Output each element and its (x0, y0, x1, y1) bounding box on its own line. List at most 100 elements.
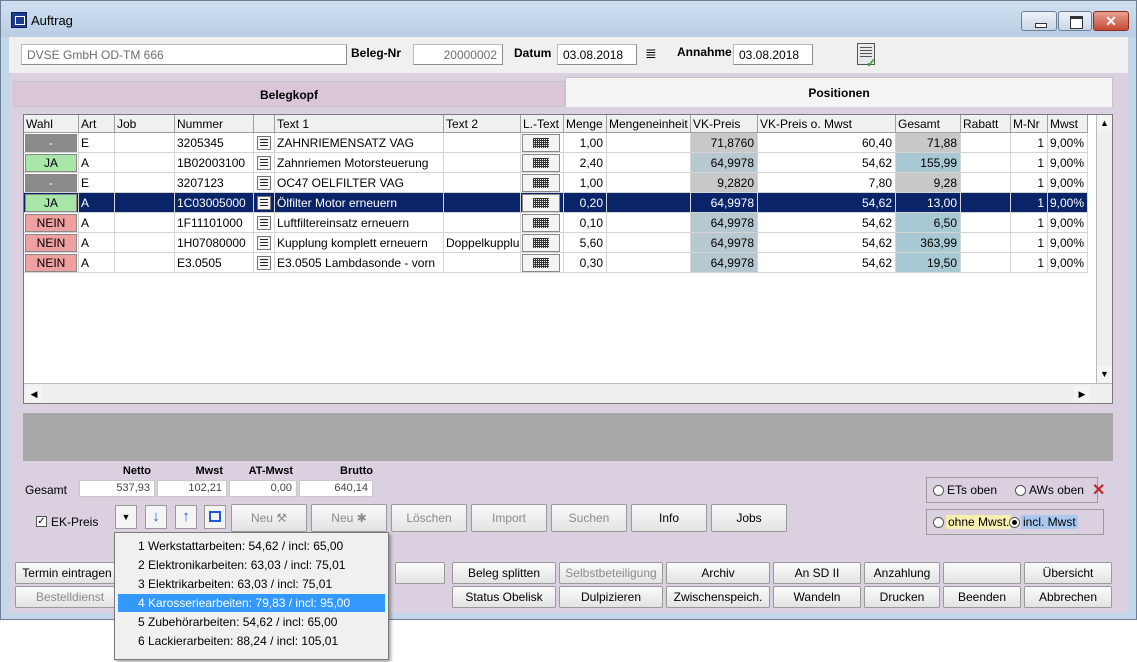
annahme-field[interactable]: 03.08.2018 (733, 44, 813, 65)
column-header[interactable]: VK-Preis o. Mwst (758, 115, 896, 133)
cell-vk[interactable]: 64,9978 (691, 193, 758, 213)
vertical-scrollbar[interactable]: ▲ ▼ (1096, 115, 1112, 403)
ek-preis-checkbox[interactable]: ✓ (36, 516, 47, 527)
cell-ltext[interactable] (521, 213, 564, 233)
cell-text2[interactable] (444, 213, 521, 233)
cell-gesamt[interactable]: 71,88 (896, 133, 961, 153)
cell-vk_netto[interactable]: 54,62 (758, 153, 896, 173)
incl-mwst-radio[interactable] (1009, 517, 1020, 528)
menu-item-karosserie[interactable]: 4 Karosseriearbeiten: 79,83 / incl: 95,0… (118, 594, 385, 612)
wahl-toggle-button[interactable]: - (25, 174, 77, 192)
cell-einheit[interactable] (607, 193, 691, 213)
wahl-toggle-button[interactable]: JA (25, 194, 77, 212)
cell-ltext[interactable] (521, 153, 564, 173)
minimize-button[interactable] (1021, 11, 1057, 31)
menu-item-werkstatt[interactable]: 1 Werkstattarbeiten: 54,62 / incl: 65,00 (118, 537, 385, 555)
cell-vk[interactable]: 71,8760 (691, 133, 758, 153)
scroll-left-icon[interactable]: ◀ (26, 386, 42, 402)
cell-icon[interactable] (254, 233, 275, 253)
cell-art[interactable]: A (79, 233, 115, 253)
cell-mwst[interactable]: 9,00% (1048, 213, 1088, 233)
cell-menge[interactable]: 0,10 (564, 213, 607, 233)
cell-einheit[interactable] (607, 213, 691, 233)
cell-text2[interactable] (444, 133, 521, 153)
cell-gesamt[interactable]: 13,00 (896, 193, 961, 213)
cell-art[interactable]: E (79, 173, 115, 193)
cell-nummer[interactable]: E3.0505 (175, 253, 254, 273)
tab-belegkopf[interactable]: Belegkopf (13, 81, 565, 107)
cell-text1[interactable]: Kupplung komplett erneuern (275, 233, 444, 253)
cell-text2[interactable] (444, 193, 521, 213)
cell-wahl[interactable]: NEIN (24, 233, 79, 253)
cell-rabatt[interactable] (961, 173, 1011, 193)
cell-text1[interactable]: ZAHNRIEMENSATZ VAG (275, 133, 444, 153)
horizontal-scrollbar[interactable]: ◀ ▶ (24, 383, 1112, 403)
cell-text2[interactable] (444, 153, 521, 173)
beleg-splitten-button[interactable]: Beleg splitten (452, 562, 556, 584)
cell-menge[interactable]: 0,30 (564, 253, 607, 273)
suchen-button[interactable]: Suchen (551, 504, 627, 532)
beleg-nr-field[interactable]: 20000002 (413, 44, 503, 65)
import-button[interactable]: Import (471, 504, 547, 532)
list-icon[interactable] (257, 196, 271, 210)
column-header[interactable]: Mengeneinheit (607, 115, 691, 133)
cell-rabatt[interactable] (961, 193, 1011, 213)
cell-vk_netto[interactable]: 7,80 (758, 173, 896, 193)
column-header[interactable]: Nummer (175, 115, 254, 133)
table-row[interactable]: NEIN A 1F11101000 Luftfiltereinsatz erneuer… (24, 213, 1098, 233)
cell-wahl[interactable]: NEIN (24, 253, 79, 273)
wahl-toggle-button[interactable]: NEIN (25, 234, 77, 252)
scroll-right-icon[interactable]: ▶ (1074, 386, 1090, 402)
cell-menge[interactable]: 5,60 (564, 233, 607, 253)
column-header[interactable]: Gesamt (896, 115, 961, 133)
cell-icon[interactable] (254, 213, 275, 233)
list-icon[interactable] (257, 156, 271, 170)
status-obelisk-button[interactable]: Status Obelisk (452, 586, 556, 608)
column-header[interactable]: Text 2 (444, 115, 521, 133)
cell-icon[interactable] (254, 173, 275, 193)
menu-item-lackier[interactable]: 6 Lackierarbeiten: 88,24 / incl: 105,01 (118, 632, 385, 650)
cell-art[interactable]: E (79, 133, 115, 153)
cell-text2[interactable]: Doppelkupplu (444, 233, 521, 253)
uebersicht-button[interactable]: Übersicht (1024, 562, 1112, 584)
cell-job[interactable] (115, 173, 175, 193)
cell-einheit[interactable] (607, 133, 691, 153)
cell-job[interactable] (115, 153, 175, 173)
list-icon[interactable] (257, 256, 271, 270)
termin-eintragen-button[interactable]: Termin eintragen (15, 562, 119, 584)
tab-positionen[interactable]: Positionen (565, 77, 1113, 107)
cell-wahl[interactable]: - (24, 173, 79, 193)
neu-teil-button[interactable]: Neu ✱ (311, 504, 387, 532)
cell-art[interactable]: A (79, 193, 115, 213)
table-row[interactable]: - E 3207123 OC47 OELFILTER VAG 1,00 9,2820 7,8… (24, 173, 1098, 193)
cell-rabatt[interactable] (961, 213, 1011, 233)
column-header[interactable]: Job (115, 115, 175, 133)
wahl-toggle-button[interactable]: NEIN (25, 254, 77, 272)
list-icon[interactable] (257, 176, 271, 190)
cell-gesamt[interactable]: 9,28 (896, 173, 961, 193)
cell-wahl[interactable]: NEIN (24, 213, 79, 233)
cell-mwst[interactable]: 9,00% (1048, 233, 1088, 253)
cell-menge[interactable]: 2,40 (564, 153, 607, 173)
positions-grid[interactable]: Wahl Art Job Nummer Text 1 Text 2 L.-Text Menge… (23, 114, 1113, 404)
close-button[interactable]: ✕ (1093, 11, 1129, 31)
neu-arbeit-button[interactable]: Neu ⚒ (231, 504, 307, 532)
column-header[interactable]: Art (79, 115, 115, 133)
list-icon[interactable] (257, 236, 271, 250)
cell-vk[interactable]: 9,2820 (691, 173, 758, 193)
langtext-icon[interactable] (522, 234, 560, 252)
cell-ltext[interactable] (521, 233, 564, 253)
cell-job[interactable] (115, 233, 175, 253)
cell-ltext[interactable] (521, 193, 564, 213)
cell-vk[interactable]: 64,9978 (691, 213, 758, 233)
column-header[interactable]: VK-Preis (691, 115, 758, 133)
cell-mnr[interactable]: 1 (1011, 173, 1048, 193)
cell-menge[interactable]: 1,00 (564, 133, 607, 153)
hidden-button[interactable] (395, 562, 445, 584)
scroll-down-icon[interactable]: ▼ (1097, 366, 1112, 383)
cell-text1[interactable]: Ölfilter Motor erneuern (275, 193, 444, 213)
cell-menge[interactable]: 1,00 (564, 173, 607, 193)
cell-text1[interactable]: E3.0505 Lambdasonde - vorn (275, 253, 444, 273)
cell-mwst[interactable]: 9,00% (1048, 193, 1088, 213)
table-row[interactable]: JA A 1B02003100 Zahnriemen Motorsteuerung 2,… (24, 153, 1098, 173)
